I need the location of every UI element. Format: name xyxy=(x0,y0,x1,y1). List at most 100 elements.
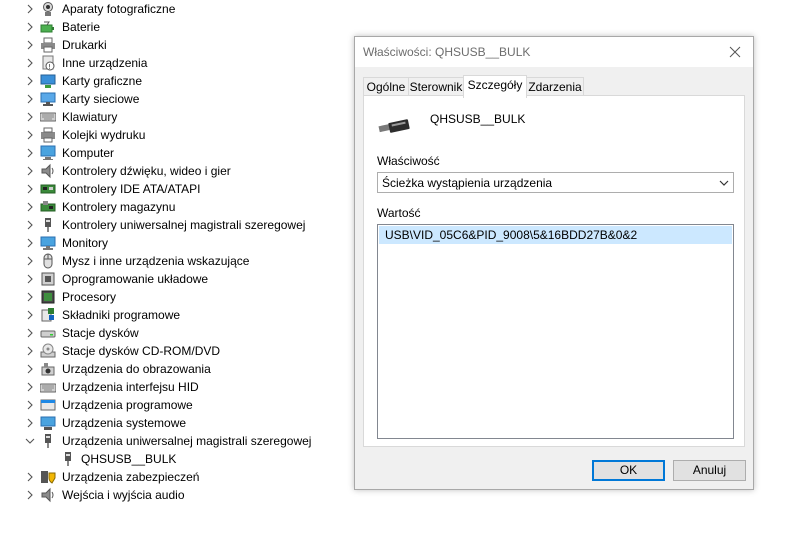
dialog-title: Właściwości: QHSUSB__BULK xyxy=(363,45,531,59)
tree-category-item[interactable]: Stacje dysków CD-ROM/DVD xyxy=(0,342,340,360)
software-device-icon xyxy=(40,399,56,411)
close-button[interactable] xyxy=(717,37,753,67)
ide-controller-icon xyxy=(40,184,56,194)
tree-item-label: Drukarki xyxy=(62,38,107,52)
details-panel: QHSUSB__BULK Właściwość Ścieżka wystąpie… xyxy=(363,95,745,447)
tree-category-item[interactable]: Urządzenia systemowe xyxy=(0,414,340,432)
tree-category-item[interactable]: Stacje dysków xyxy=(0,324,340,342)
tree-category-item[interactable]: Urządzenia zabezpieczeń xyxy=(0,468,340,486)
tree-item-label: Procesory xyxy=(62,290,117,304)
chevron-right-icon[interactable] xyxy=(24,165,36,177)
tree-item-label: Inne urządzenia xyxy=(62,56,148,70)
chevron-right-icon[interactable] xyxy=(24,183,36,195)
chevron-right-icon[interactable] xyxy=(24,237,36,249)
tree-item-label: Komputer xyxy=(62,146,115,160)
tree-child-item[interactable]: QHSUSB__BULK xyxy=(0,450,340,468)
tree-item-label: Monitory xyxy=(62,236,109,250)
property-select[interactable]: Ścieżka wystąpienia urządzenia xyxy=(377,172,734,193)
tree-category-item[interactable]: Baterie xyxy=(0,18,340,36)
camera-icon xyxy=(43,2,53,16)
chevron-right-icon[interactable] xyxy=(24,111,36,123)
tree-category-item[interactable]: Wejścia i wyjścia audio xyxy=(0,486,340,504)
tree-category-item[interactable]: Mysz i inne urządzenia wskazujące xyxy=(0,252,340,270)
chevron-right-icon[interactable] xyxy=(24,345,36,357)
chevron-right-icon[interactable] xyxy=(24,381,36,393)
speaker-icon xyxy=(41,163,54,179)
cancel-button[interactable]: Anuluj xyxy=(673,460,746,481)
tree-item-label: Kontrolery uniwersalnej magistrali szere… xyxy=(62,218,306,232)
chevron-right-icon[interactable] xyxy=(24,129,36,141)
ok-button[interactable]: OK xyxy=(592,460,665,481)
tree-category-item[interactable]: Kontrolery dźwięku, wideo i gier xyxy=(0,162,340,180)
chevron-right-icon[interactable] xyxy=(24,57,36,69)
property-label: Właściwość xyxy=(377,154,440,168)
chevron-right-icon[interactable] xyxy=(24,39,36,51)
chevron-right-icon[interactable] xyxy=(24,363,36,375)
tree-category-item[interactable]: Monitory xyxy=(0,234,340,252)
tree-category-item[interactable]: Urządzenia programowe xyxy=(0,396,340,414)
chevron-right-icon[interactable] xyxy=(24,201,36,213)
tree-item-label: Składniki programowe xyxy=(62,308,181,322)
usb-device-icon xyxy=(45,434,51,448)
chevron-right-icon[interactable] xyxy=(24,291,36,303)
monitor-icon xyxy=(40,236,56,250)
value-list-item[interactable]: USB\VID_05C6&PID_9008\5&16BDD27B&0&2 xyxy=(379,226,732,244)
tab-general[interactable]: Ogólne xyxy=(363,77,409,97)
security-device-icon xyxy=(41,471,56,484)
tree-item-label: Kontrolery dźwięku, wideo i gier xyxy=(62,164,231,178)
tree-category-item[interactable]: Procesory xyxy=(0,288,340,306)
tab-driver[interactable]: Sterownik xyxy=(408,77,464,97)
mouse-icon xyxy=(43,253,53,269)
tree-item-label: Wejścia i wyjścia audio xyxy=(62,488,185,502)
chevron-right-icon[interactable] xyxy=(24,3,36,15)
usb-plug-icon xyxy=(378,119,410,133)
tree-category-item[interactable]: Składniki programowe xyxy=(0,306,340,324)
system-device-icon xyxy=(40,416,56,430)
chevron-right-icon[interactable] xyxy=(24,21,36,33)
tree-category-item[interactable]: Oprogramowanie układowe xyxy=(0,270,340,288)
tree-item-label: Urządzenia zabezpieczeń xyxy=(62,470,200,484)
tree-item-label: Kontrolery IDE ATA/ATAPI xyxy=(62,182,201,196)
svg-text:!: ! xyxy=(48,63,51,71)
tree-item-label: Stacje dysków xyxy=(62,326,139,340)
tree-category-item[interactable]: Urządzenia interfejsu HID xyxy=(0,378,340,396)
tree-category-item[interactable]: Kontrolery uniwersalnej magistrali szere… xyxy=(0,216,340,234)
tab-events[interactable]: Zdarzenia xyxy=(526,77,584,97)
tree-category-item[interactable]: Urządzenia do obrazowania xyxy=(0,360,340,378)
tree-category-item[interactable]: Komputer xyxy=(0,144,340,162)
chevron-right-icon[interactable] xyxy=(24,147,36,159)
chevron-right-icon[interactable] xyxy=(24,255,36,267)
printer-icon xyxy=(41,37,55,53)
tree-category-item[interactable]: Kontrolery magazynu xyxy=(0,198,340,216)
chevron-right-icon[interactable] xyxy=(24,93,36,105)
dialog-titlebar[interactable]: Właściwości: QHSUSB__BULK xyxy=(355,37,753,67)
chevron-right-icon[interactable] xyxy=(24,219,36,231)
tree-item-label: Oprogramowanie układowe xyxy=(62,272,209,286)
value-listbox[interactable]: USB\VID_05C6&PID_9008\5&16BDD27B&0&2 xyxy=(377,224,734,439)
tree-category-item[interactable]: ! Inne urządzenia xyxy=(0,54,340,72)
tree-category-item[interactable]: Kontrolery IDE ATA/ATAPI xyxy=(0,180,340,198)
hid-icon xyxy=(40,383,56,393)
chevron-right-icon[interactable] xyxy=(24,75,36,87)
chevron-right-icon[interactable] xyxy=(24,471,36,483)
tree-item-label: Karty sieciowe xyxy=(62,92,140,106)
tree-category-item[interactable]: Klawiatury xyxy=(0,108,340,126)
property-select-value: Ścieżka wystąpienia urządzenia xyxy=(382,176,553,190)
tree-category-item[interactable]: Karty sieciowe xyxy=(0,90,340,108)
chevron-down-icon[interactable] xyxy=(24,435,36,447)
keyboard-icon xyxy=(40,112,56,122)
chevron-right-icon[interactable] xyxy=(24,273,36,285)
chevron-right-icon[interactable] xyxy=(24,399,36,411)
tree-category-item[interactable]: Karty graficzne xyxy=(0,72,340,90)
tree-category-item[interactable]: Urządzenia uniwersalnej magistrali szere… xyxy=(0,432,340,450)
tab-details[interactable]: Szczegóły xyxy=(463,75,527,98)
chevron-down-icon xyxy=(719,180,729,186)
chevron-right-icon[interactable] xyxy=(24,417,36,429)
chevron-right-icon[interactable] xyxy=(24,489,36,501)
chevron-right-icon[interactable] xyxy=(24,327,36,339)
audio-io-icon xyxy=(41,487,54,503)
tree-category-item[interactable]: Kolejki wydruku xyxy=(0,126,340,144)
tree-category-item[interactable]: Aparaty fotograficzne xyxy=(0,0,340,18)
tree-category-item[interactable]: Drukarki xyxy=(0,36,340,54)
chevron-right-icon[interactable] xyxy=(24,309,36,321)
